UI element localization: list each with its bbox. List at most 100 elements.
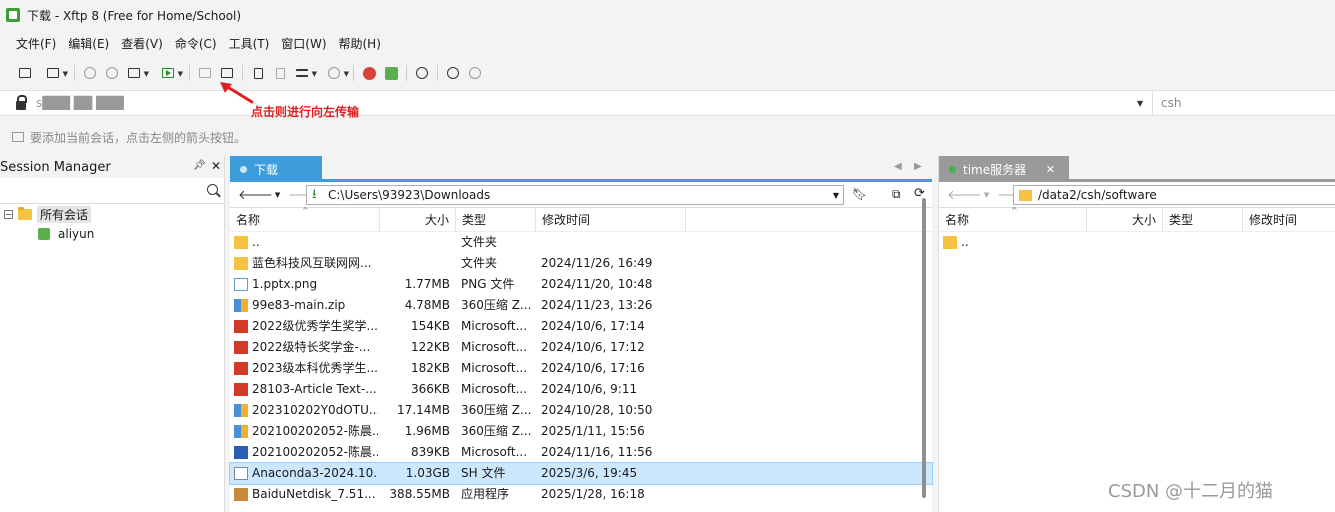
back-icon[interactable]: 🡐 (947, 187, 982, 203)
file-name: .. (961, 235, 969, 249)
menu-tools[interactable]: 工具(T) (223, 33, 276, 55)
col-size[interactable]: 大小 (380, 208, 456, 232)
menu-file[interactable]: 文件(F) (10, 33, 62, 55)
collapse-icon[interactable]: − (4, 209, 13, 219)
back-icon[interactable]: 🡐 (238, 187, 273, 203)
file-row[interactable]: 2022级特长奖学金-... 122KB Microsoft... 2024/10/6… (230, 337, 932, 358)
session-search-input[interactable] (0, 178, 224, 204)
file-row[interactable]: .. (939, 232, 1335, 253)
file-name: 202310202Y0dOTU... (252, 403, 378, 417)
menu-window[interactable]: 窗口(W) (275, 33, 332, 55)
tab-remote[interactable]: time服务器 ✕ (939, 156, 1069, 182)
col-size[interactable]: 大小 (1087, 208, 1163, 232)
remote-path-input[interactable]: /data2/csh/software (1013, 185, 1335, 205)
help-button[interactable] (442, 62, 464, 84)
disconnect-button[interactable] (101, 62, 123, 84)
options-button[interactable] (411, 62, 433, 84)
exe-file-icon (234, 488, 248, 501)
transfer-left-button[interactable] (194, 62, 216, 84)
annotation-text: 点击则进行向左传输 (251, 105, 360, 119)
chat-button[interactable] (464, 62, 486, 84)
xshell-button[interactable] (358, 62, 380, 84)
add-session-icon[interactable] (12, 132, 24, 142)
sh-file-icon (234, 467, 248, 480)
chevron-down-icon[interactable]: ▼ (833, 191, 839, 200)
chevron-down-icon[interactable]: ▼ (984, 191, 989, 199)
bookmark-icon[interactable]: 🔖︎ (852, 187, 867, 201)
col-mtime[interactable]: 修改时间 (1243, 208, 1335, 232)
local-tabstrip: 下载 ◀ ▶ (230, 156, 932, 182)
tab-prev-icon[interactable]: ◀ (894, 161, 902, 172)
host-dropdown-icon[interactable]: ▼ (1137, 99, 1143, 108)
menu-command[interactable]: 命令(C) (169, 33, 223, 55)
file-row[interactable]: 202310202Y0dOTU... 17.14MB 360压缩 Z... 2024/… (230, 400, 932, 421)
toolbar-divider (189, 65, 190, 81)
pdf-file-icon (234, 320, 248, 333)
file-row[interactable]: 1.pptx.png 1.77MB PNG 文件 2024/11/20, 10:48 (230, 274, 932, 295)
local-scrollbar[interactable] (922, 198, 926, 498)
help-icon (447, 67, 459, 79)
file-row[interactable]: 蓝色科技风互联网网... 文件夹 2024/11/26, 16:49 (230, 253, 932, 274)
file-name: 202100202052-陈晨... (252, 424, 378, 438)
close-icon[interactable]: ✕ (1046, 163, 1055, 176)
paste-button[interactable] (269, 62, 291, 84)
file-type: Microsoft... (461, 445, 528, 459)
transfer-button[interactable]: ▼ (157, 62, 183, 84)
file-size: 839KB (410, 445, 450, 459)
local-path-text: C:\Users\93923\Downloads (328, 188, 491, 202)
chevron-down-icon[interactable]: ▼ (275, 191, 280, 199)
file-row[interactable]: 2022级优秀学生奖学... 154KB Microsoft... 2024/10/6… (230, 316, 932, 337)
host-input[interactable]: s███ ██ ███ (36, 96, 1136, 110)
file-mtime: 2024/10/6, 17:16 (541, 361, 645, 375)
reconnect-button[interactable] (79, 62, 101, 84)
file-row[interactable]: 202100202052-陈晨... 839KB Microsoft... 2024/… (230, 442, 932, 463)
col-name[interactable]: 名称 (230, 208, 380, 232)
file-row[interactable]: Anaconda3-2024.10... 1.03GB SH 文件 2025/3/6,… (229, 462, 933, 485)
menu-view[interactable]: 查看(V) (115, 33, 169, 55)
col-type[interactable]: 类型 (1163, 208, 1243, 232)
tree-item-aliyun[interactable]: aliyun (0, 224, 224, 244)
session-properties-button[interactable]: ▼ (123, 62, 149, 84)
tab-next-icon[interactable]: ▶ (914, 161, 922, 172)
menu-edit[interactable]: 编辑(E) (62, 33, 115, 55)
tab-status-icon (240, 165, 247, 173)
xftp-logo-icon (6, 8, 20, 22)
pin-icon[interactable]: 📌︎ (193, 160, 206, 171)
encoding-button[interactable]: ▼ (323, 62, 349, 84)
toolbar-divider (406, 65, 407, 81)
col-name[interactable]: 名称 (939, 208, 1087, 232)
file-type: PNG 文件 (461, 277, 515, 291)
file-size: 366KB (410, 382, 450, 396)
tab-remote-label: time服务器 (963, 162, 1027, 177)
local-path-input[interactable]: ⭳ C:\Users\93923\Downloads ▼ (306, 185, 844, 205)
xftp-button[interactable] (380, 62, 402, 84)
tab-local[interactable]: 下载 (230, 156, 322, 182)
toolbar: ▼ ▼ ▼ ▼ ▼ (0, 60, 1335, 86)
view-list-button[interactable]: ▼ (291, 62, 317, 84)
file-size: 17.14MB (397, 403, 450, 417)
file-row[interactable]: 202100202052-陈晨... 1.96MB 360压缩 Z... 2025/1… (230, 421, 932, 442)
menu-help[interactable]: 帮助(H) (333, 33, 387, 55)
col-type[interactable]: 类型 (456, 208, 536, 232)
file-type: Microsoft... (461, 382, 528, 396)
file-row[interactable]: 2023级本科优秀学生... 182KB Microsoft... 2024/10/6… (230, 358, 932, 379)
gear-icon (416, 67, 428, 79)
col-mtime[interactable]: 修改时间 (536, 208, 686, 232)
open-session-button[interactable]: ▼ (42, 62, 68, 84)
file-row[interactable]: BaiduNetdisk_7.51... 388.55MB 应用程序 2025/1/2… (230, 484, 932, 505)
sync-folder-icon[interactable]: ⧉ (892, 187, 901, 202)
file-row[interactable]: 28103-Article Text-... 366KB Microsoft... 2… (230, 379, 932, 400)
file-row[interactable]: .. 文件夹 (230, 232, 932, 253)
watermark: CSDN @十二月的猫 (1108, 481, 1274, 502)
file-size: 1.03GB (405, 466, 450, 480)
username-input[interactable]: csh (1152, 91, 1335, 115)
close-icon[interactable]: ✕ (211, 159, 221, 173)
file-name: 1.pptx.png (252, 277, 318, 291)
search-icon[interactable] (207, 184, 218, 195)
file-row[interactable]: 99e83-main.zip 4.78MB 360压缩 Z... 2024/11/23… (230, 295, 932, 316)
tree-root[interactable]: − 所有会话 (0, 204, 224, 224)
toolbar-divider (353, 65, 354, 81)
new-session-button[interactable] (14, 62, 36, 84)
session-manager: Session Manager 📌︎ ✕ − 所有会话 aliyun (0, 156, 225, 512)
remote-column-header: ^ 名称 大小 类型 修改时间 (939, 206, 1335, 232)
